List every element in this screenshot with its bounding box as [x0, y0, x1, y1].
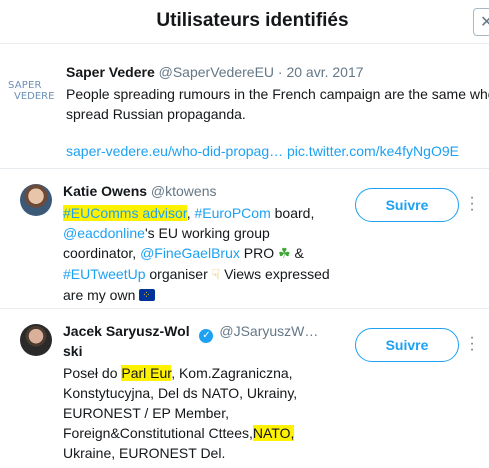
user-name[interactable]: Jacek Saryusz-Wol — [63, 323, 190, 339]
hashtag-link[interactable]: #EuroPCom — [194, 205, 270, 221]
close-button[interactable]: ✕ — [473, 8, 489, 36]
tweet-text: People spreading rumours in the French c… — [66, 86, 489, 122]
verified-badge-icon: ✓ — [199, 329, 214, 343]
tweet-links: saper-vedere.eu/who-did-propag… pic.twit… — [66, 143, 459, 159]
more-options-icon[interactable]: · · · — [467, 190, 477, 218]
avatar[interactable] — [20, 324, 52, 356]
highlighted-text: Parl Eur — [121, 365, 172, 381]
tweet-media-link[interactable]: pic.twitter.com/ke4fyNgO9E — [287, 143, 459, 159]
tweet-article-link[interactable]: saper-vedere.eu/who-did-propag… — [66, 143, 283, 159]
user-name-line: Katie Owens @ktowens — [63, 183, 217, 199]
pointing-hand-icon: ☟ — [211, 267, 221, 283]
quoted-tweet[interactable]: SAPER VEDERE Saper Vedere @SaperVedereEU… — [0, 46, 489, 169]
mention-link[interactable]: @eacdonline — [63, 225, 145, 241]
tweet-header: Saper Vedere @SaperVedereEU · 20 avr. 20… — [66, 64, 364, 80]
modal-title: Utilisateurs identifiés — [156, 10, 349, 31]
user-bio: #EUComms advisor, #EuroPCom board, @eacd… — [63, 203, 343, 306]
eu-flag-icon — [139, 286, 156, 306]
user-name[interactable]: Katie Owens — [63, 183, 147, 199]
avatar[interactable] — [20, 184, 52, 216]
hashtag-link[interactable]: #EUComms advisor — [63, 205, 187, 221]
user-handle[interactable]: @ktowens — [151, 183, 217, 199]
hashtag-link[interactable]: #EUTweetUp — [63, 266, 145, 282]
tweet-author-handle[interactable]: @SaperVedereEU — [159, 64, 274, 80]
user-name-line: Jacek Saryusz-Wol ✓ @JSaryuszW… — [63, 323, 318, 343]
more-options-icon[interactable]: · · · — [467, 330, 477, 358]
follow-button[interactable]: Suivre — [355, 328, 459, 362]
highlighted-text: NATO, — [252, 425, 295, 441]
close-icon: ✕ — [480, 14, 489, 31]
tweet-date[interactable]: 20 avr. 2017 — [286, 64, 363, 80]
saper-vedere-logo: SAPER VEDERE — [8, 80, 55, 102]
user-row-katie-owens[interactable]: Katie Owens @ktowens #EUComms advisor, #… — [0, 171, 489, 309]
user-bio: Poseł do Parl Eur, Kom.Zagraniczna, Kons… — [63, 365, 298, 461]
modal-header: Utilisateurs identifiés ✕ — [0, 0, 489, 44]
tweet-author-name[interactable]: Saper Vedere — [66, 64, 155, 80]
user-row-jacek-saryusz-wolski[interactable]: Jacek Saryusz-Wol ✓ @JSaryuszW… ski Pose… — [0, 311, 489, 468]
clover-icon: ☘ — [278, 246, 291, 262]
follow-button[interactable]: Suivre — [355, 188, 459, 222]
tweet-separator: · — [277, 64, 283, 80]
mention-link[interactable]: @FineGaelBrux — [140, 245, 240, 261]
user-name-continued[interactable]: ski — [63, 343, 82, 359]
user-handle[interactable]: @JSaryuszW… — [219, 323, 318, 339]
